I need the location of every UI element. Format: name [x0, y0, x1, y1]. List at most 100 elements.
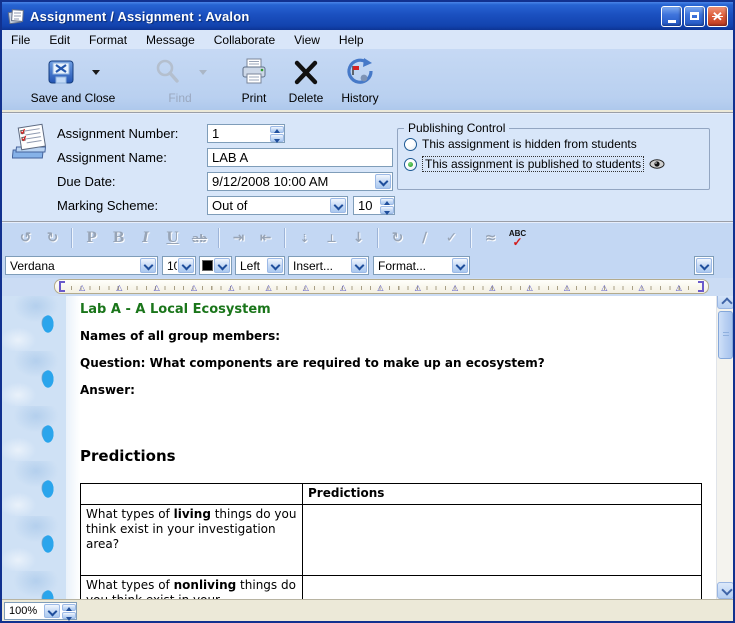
- due-date-dropdown-icon[interactable]: [375, 174, 391, 189]
- scrollbar-thumb[interactable]: [718, 311, 733, 359]
- italic-icon[interactable]: I: [132, 230, 159, 246]
- spin-down-icon[interactable]: [380, 206, 394, 214]
- outdent-icon[interactable]: ⇤: [252, 230, 279, 246]
- radio-selected-icon[interactable]: [404, 158, 417, 171]
- redo-icon[interactable]: ↻: [39, 230, 66, 246]
- tab-stop-icon[interactable]: △: [154, 283, 160, 293]
- titlebar[interactable]: Assignment / Assignment : Avalon ✕: [2, 2, 733, 30]
- question-cell[interactable]: What types of nonliving things do you th…: [81, 576, 303, 600]
- menu-help[interactable]: Help: [339, 33, 364, 47]
- font-size-combobox[interactable]: 10: [162, 256, 196, 275]
- tab-stop-icon[interactable]: △: [228, 283, 234, 293]
- tab-stop-icon[interactable]: △: [303, 283, 309, 293]
- tab-stop-icon[interactable]: △: [266, 283, 272, 293]
- due-date-combobox[interactable]: 9/12/2008 10:00 AM: [207, 172, 393, 191]
- menu-file[interactable]: File: [11, 33, 30, 47]
- table-header-empty-cell[interactable]: [81, 484, 303, 505]
- delete-button[interactable]: Delete: [280, 56, 332, 105]
- radio-unselected-icon[interactable]: [404, 138, 417, 151]
- menu-message[interactable]: Message: [146, 33, 195, 47]
- published-to-students-option[interactable]: This assignment is published to students: [404, 156, 665, 172]
- draw-icon[interactable]: ∕: [411, 230, 438, 246]
- ruler[interactable]: △ △ △ △ △ △ △ △ △ △ △ △ △ △ △ △ △: [54, 279, 709, 294]
- minimize-button[interactable]: [661, 6, 682, 27]
- tab-stop-icon[interactable]: △: [639, 283, 645, 293]
- marking-points-spinner[interactable]: [379, 197, 394, 214]
- signature-icon[interactable]: ≈: [477, 230, 504, 246]
- scroll-down-icon[interactable]: [717, 582, 733, 599]
- accept-icon[interactable]: ✓: [438, 230, 465, 246]
- rotate-icon[interactable]: ↻: [384, 230, 411, 246]
- zoom-dropdown-icon[interactable]: [44, 604, 60, 618]
- tab-stop-icon[interactable]: △: [489, 283, 495, 293]
- insert-combobox[interactable]: Insert...: [288, 256, 369, 275]
- close-button[interactable]: ✕: [707, 6, 728, 27]
- history-button[interactable]: History: [332, 56, 388, 105]
- answer-cell[interactable]: [303, 576, 702, 600]
- hidden-from-students-option[interactable]: This assignment is hidden from students: [404, 136, 637, 152]
- document-area[interactable]: Lab A - A Local Ecosystem Names of all g…: [2, 296, 733, 599]
- spin-up-icon[interactable]: [270, 126, 284, 134]
- menu-collaborate[interactable]: Collaborate: [214, 33, 275, 47]
- move-down-icon[interactable]: ↓: [345, 230, 372, 246]
- marking-points-field[interactable]: 10: [353, 196, 395, 215]
- undo-icon[interactable]: ↺: [12, 230, 39, 246]
- align-bottom-icon[interactable]: ⊥: [318, 232, 345, 245]
- answer-cell[interactable]: [303, 505, 702, 576]
- font-family-combobox[interactable]: Verdana: [5, 256, 158, 275]
- tab-stop-icon[interactable]: △: [564, 283, 570, 293]
- indent-icon[interactable]: ⇥: [225, 230, 252, 246]
- spin-down-icon[interactable]: [62, 612, 76, 619]
- question-cell[interactable]: What types of living things do you think…: [81, 505, 303, 576]
- zoom-spinner[interactable]: [61, 603, 76, 619]
- tab-stop-icon[interactable]: △: [340, 283, 346, 293]
- right-indent-marker-icon[interactable]: [698, 281, 704, 292]
- tab-stop-icon[interactable]: △: [601, 283, 607, 293]
- save-and-close-button[interactable]: Save and Close: [14, 56, 132, 105]
- spell-check-icon[interactable]: ABC ✓: [504, 230, 531, 247]
- maximize-button[interactable]: [684, 6, 705, 27]
- document-body[interactable]: Lab A - A Local Ecosystem Names of all g…: [80, 296, 707, 599]
- more-options-dropdown-icon[interactable]: [696, 258, 712, 273]
- spin-up-icon[interactable]: [380, 198, 394, 206]
- tab-stop-icon[interactable]: △: [527, 283, 533, 293]
- space-above-icon[interactable]: ⇣: [291, 232, 318, 245]
- assignment-number-spinner[interactable]: [269, 125, 284, 142]
- tab-stop-icon[interactable]: △: [676, 283, 682, 293]
- marking-scheme-combobox[interactable]: Out of: [207, 196, 348, 215]
- tab-stop-icon[interactable]: △: [415, 283, 421, 293]
- zoom-control[interactable]: 100%: [4, 602, 77, 620]
- alignment-dropdown-icon[interactable]: [267, 258, 283, 273]
- more-options-combobox[interactable]: [694, 256, 714, 275]
- format-combobox[interactable]: Format...: [373, 256, 470, 275]
- font-family-dropdown-icon[interactable]: [140, 258, 156, 273]
- font-color-combobox[interactable]: [199, 256, 232, 275]
- tab-stop-icon[interactable]: △: [116, 283, 122, 293]
- left-indent-marker-icon[interactable]: [59, 281, 65, 292]
- paragraph-style-icon[interactable]: P: [78, 230, 105, 246]
- alignment-combobox[interactable]: Left: [235, 256, 285, 275]
- assignment-name-field[interactable]: LAB A: [207, 148, 393, 167]
- spin-down-icon[interactable]: [270, 134, 284, 142]
- table-header-predictions-cell[interactable]: Predictions: [303, 484, 702, 505]
- font-size-dropdown-icon[interactable]: [178, 258, 194, 273]
- tab-stop-icon[interactable]: △: [377, 283, 383, 293]
- spin-up-icon[interactable]: [62, 604, 76, 611]
- scroll-up-icon[interactable]: [717, 296, 733, 309]
- tab-stop-icon[interactable]: △: [452, 283, 458, 293]
- menu-edit[interactable]: Edit: [49, 33, 70, 47]
- bold-icon[interactable]: B: [105, 230, 132, 246]
- insert-dropdown-icon[interactable]: [351, 258, 367, 273]
- save-dropdown-arrow-icon[interactable]: [92, 70, 100, 79]
- underline-icon[interactable]: U: [159, 230, 186, 246]
- tab-stop-icon[interactable]: △: [191, 283, 197, 293]
- vertical-scrollbar[interactable]: [716, 296, 733, 599]
- tab-stop-icon[interactable]: △: [79, 283, 85, 293]
- format-dropdown-icon[interactable]: [452, 258, 468, 273]
- menu-format[interactable]: Format: [89, 33, 127, 47]
- font-color-dropdown-icon[interactable]: [214, 258, 230, 273]
- plain-text-icon[interactable]: ab: [186, 232, 213, 245]
- assignment-number-field[interactable]: 1: [207, 124, 285, 143]
- print-button[interactable]: Print: [228, 56, 280, 105]
- menu-view[interactable]: View: [294, 33, 320, 47]
